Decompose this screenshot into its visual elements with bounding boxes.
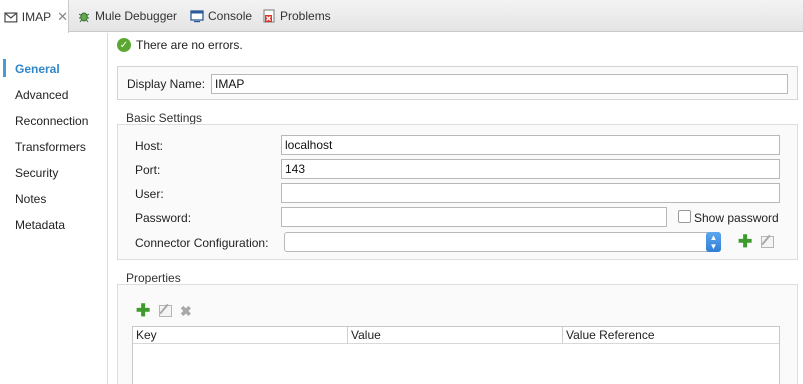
connector-configuration-label: Connector Configuration: [135,236,269,250]
display-name-field[interactable]: IMAP [211,74,788,94]
bug-icon [78,12,90,23]
password-label: Password: [135,211,192,225]
port-field[interactable]: 143 [281,159,780,179]
connector-configuration-select[interactable]: ▲ ▼ [284,232,721,252]
password-field[interactable] [281,207,667,227]
column-value-reference[interactable]: Value Reference [566,328,655,342]
display-name-label: Display Name: [127,77,206,91]
tab-mule-debugger[interactable]: Mule Debugger [77,0,177,32]
host-field[interactable]: localhost [281,135,780,155]
tab-console-label: Console [208,9,253,23]
property-nav: General Advanced Reconnection Transforme… [0,33,108,384]
nav-item-advanced[interactable]: Advanced [15,88,68,102]
show-password-label: Show password [694,211,779,225]
mail-icon [4,11,18,22]
check-circle-icon: ✓ [117,38,131,52]
nav-item-notes[interactable]: Notes [15,192,46,206]
editor-tab-bar: IMAP ✕ Mule Debugger Console Problems [0,0,803,33]
properties-title: Properties [126,271,181,285]
nav-active-indicator [3,59,6,77]
column-value[interactable]: Value [351,328,381,342]
nav-item-reconnection[interactable]: Reconnection [15,114,88,128]
column-divider [562,327,563,344]
tab-mule-debugger-label: Mule Debugger [95,9,178,23]
show-password-checkbox[interactable] [678,210,691,223]
nav-item-general[interactable]: General [15,62,60,76]
delete-property-icon[interactable]: ✖ [180,304,192,318]
column-key[interactable]: Key [136,328,157,342]
edit-property-icon[interactable] [159,305,172,317]
tab-imap[interactable]: IMAP ✕ [0,0,69,33]
edit-configuration-icon[interactable] [761,236,774,248]
tab-problems-label: Problems [280,9,331,23]
user-label: User: [135,187,164,201]
tab-imap-label: IMAP [21,9,52,24]
console-icon [190,10,204,23]
close-icon[interactable]: ✕ [57,9,68,25]
display-name-group: Display Name: IMAP [117,66,798,100]
port-label: Port: [135,163,161,177]
add-property-icon[interactable]: ✚ [136,302,150,319]
select-arrows-icon: ▲ ▼ [706,232,721,252]
user-field[interactable] [281,183,780,203]
nav-item-security[interactable]: Security [15,166,58,180]
add-configuration-icon[interactable]: ✚ [738,233,752,250]
tab-console[interactable]: Console [190,0,252,32]
tab-problems[interactable]: Problems [262,0,331,32]
host-label: Host: [135,139,164,153]
column-divider [347,327,348,344]
nav-item-metadata[interactable]: Metadata [15,218,65,232]
properties-table-header: Key Value Value Reference [133,327,779,344]
status-message: There are no errors. [136,38,243,52]
basic-settings-title: Basic Settings [126,111,203,125]
nav-item-transformers[interactable]: Transformers [15,140,86,154]
problems-icon [263,9,275,23]
properties-table[interactable]: Key Value Value Reference [132,326,780,384]
validation-status: ✓ There are no errors. [117,38,243,52]
